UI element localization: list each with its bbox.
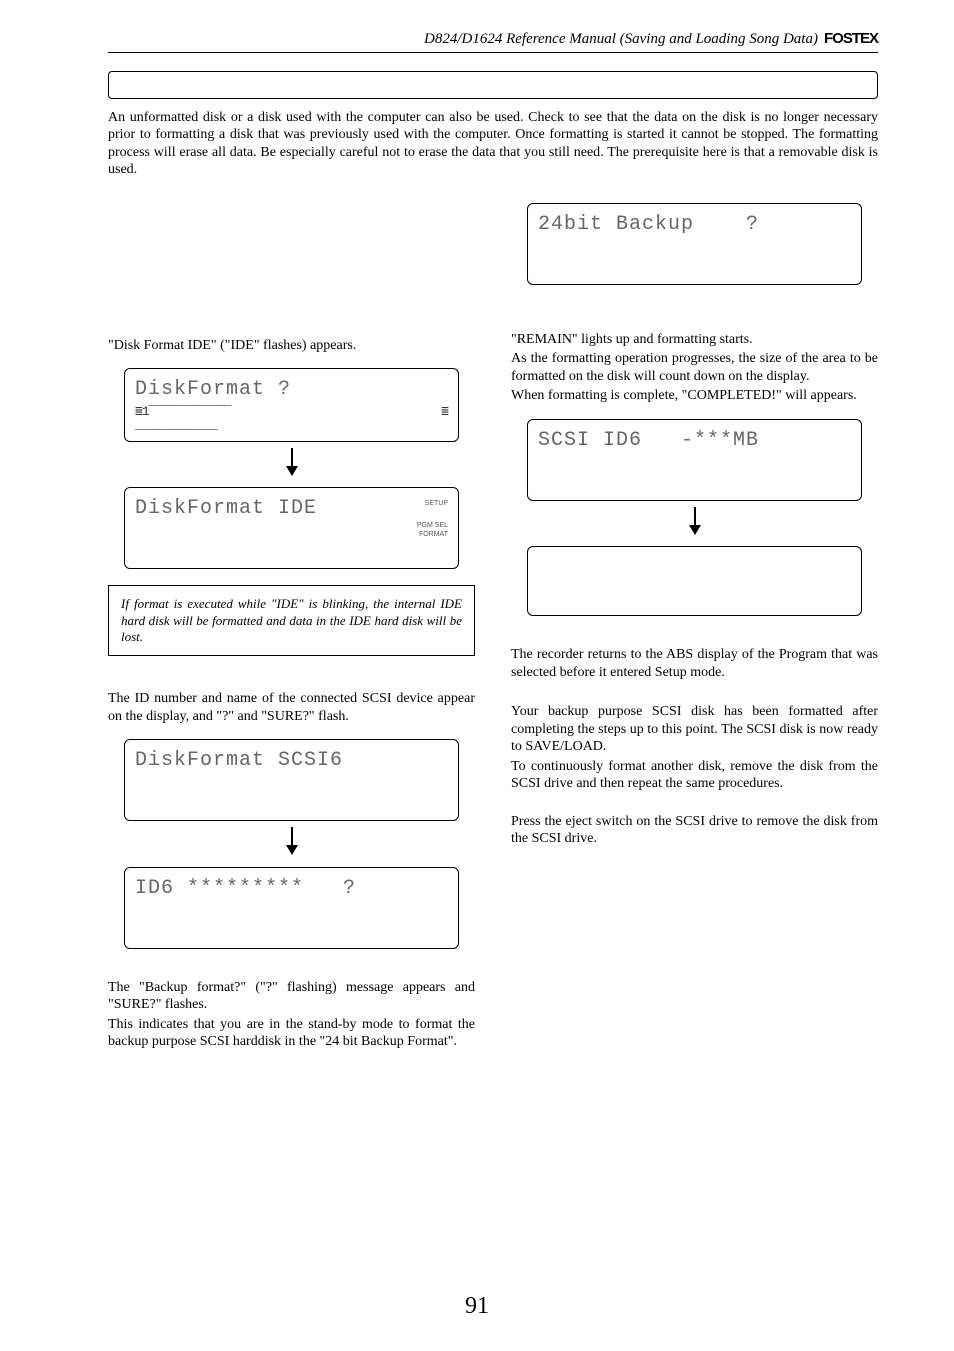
down-arrow-icon	[124, 448, 459, 482]
lcd-diskformat-scsi6: DiskFormat SCSI6	[124, 739, 459, 821]
lcd-text: DiskFormat ?	[135, 377, 448, 402]
caution-note: If format is executed while "IDE" is bli…	[108, 585, 475, 656]
lcd-text: DiskFormat SCSI6	[135, 748, 448, 773]
lcd-diskformat-question: DiskFormat ? ≣1‾‾‾‾‾‾‾‾‾‾‾‾ ≣ __________…	[124, 368, 459, 442]
lcd-text: ID6 ********* ?	[135, 876, 448, 901]
lcd-text: SCSI ID6 -***MB	[538, 428, 851, 453]
left-p3a: The "Backup format?" ("?" flashing) mess…	[108, 979, 475, 1014]
brand-logo: FOSTEX	[824, 30, 878, 49]
right-p8: Press the eject switch on the SCSI drive…	[511, 813, 878, 848]
lcd-diskformat-ide: DiskFormat IDE SETUP PGM SEL FORMAT	[124, 487, 459, 569]
two-column-layout: "Disk Format IDE" ("IDE" flashes) appear…	[108, 197, 878, 1065]
lcd-empty	[527, 546, 862, 616]
down-arrow-icon	[124, 827, 459, 861]
page-number: 91	[0, 1291, 954, 1321]
right-column: 24bit Backup ? "REMAIN" lights up and fo…	[511, 197, 878, 1065]
left-p2: The ID number and name of the connected …	[108, 690, 475, 725]
lcd-text: 24bit Backup ?	[538, 212, 851, 237]
right-p4a: "REMAIN" lights up and formatting starts…	[511, 331, 878, 349]
empty-notice-box	[108, 71, 878, 99]
right-p4b: As the formatting operation progresses, …	[511, 350, 878, 385]
right-p6: Your backup purpose SCSI disk has been f…	[511, 703, 878, 756]
right-p7: To continuously format another disk, rem…	[511, 758, 878, 793]
lcd-text: DiskFormat IDE	[135, 496, 448, 521]
header-title: D824/D1624 Reference Manual (Saving and …	[424, 30, 818, 49]
lcd-24bit-backup: 24bit Backup ?	[527, 203, 862, 285]
left-column: "Disk Format IDE" ("IDE" flashes) appear…	[108, 197, 475, 1065]
right-p4c: When formatting is complete, "COMPLETED!…	[511, 387, 878, 405]
left-p3b: This indicates that you are in the stand…	[108, 1016, 475, 1051]
right-p5: The recorder returns to the ABS display …	[511, 646, 878, 681]
page: D824/D1624 Reference Manual (Saving and …	[0, 0, 954, 1351]
setup-label: SETUP	[425, 500, 448, 509]
lcd-scsi-id6-mb: SCSI ID6 -***MB	[527, 419, 862, 501]
intro-paragraph: An unformatted disk or a disk used with …	[108, 109, 878, 179]
lcd-meter-right: ≣	[441, 404, 448, 420]
lcd-meter-bottom: ____________	[135, 417, 448, 433]
left-p1: "Disk Format IDE" ("IDE" flashes) appear…	[108, 337, 475, 355]
page-header: D824/D1624 Reference Manual (Saving and …	[108, 30, 878, 53]
lcd-id6: ID6 ********* ?	[124, 867, 459, 949]
format-label: PGM SEL FORMAT	[417, 522, 448, 540]
down-arrow-icon	[527, 507, 862, 541]
